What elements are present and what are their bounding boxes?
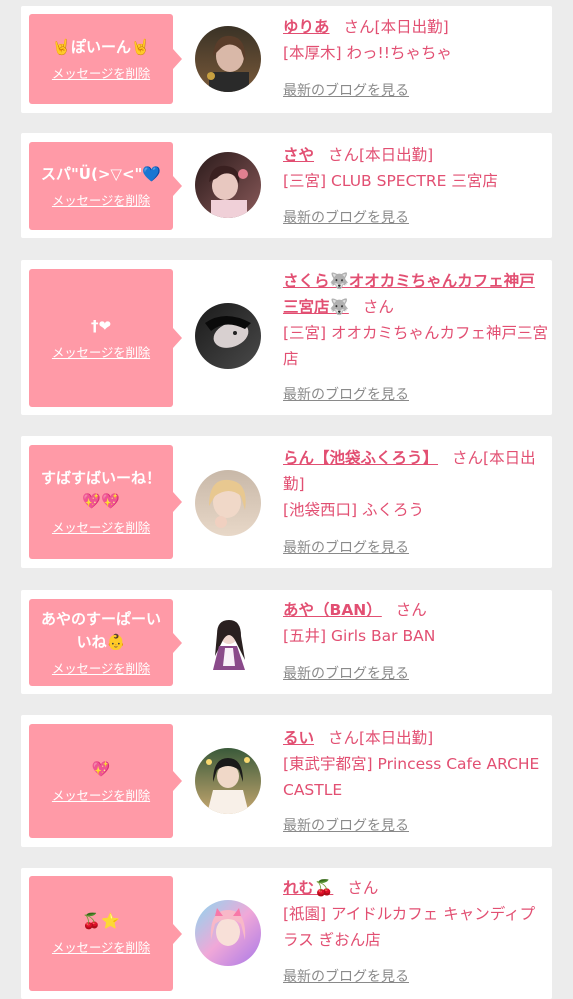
entry-info: あや（BAN） さん [五井] Girls Bar BAN [283,597,549,649]
delete-message-link[interactable]: メッセージを削除 [52,939,150,957]
entry-info: ゆりあ さん[本日出勤] [本厚木] わっ!!ちゃちゃ [283,14,549,66]
shop-info: [三宮] オオカミちゃんカフェ神戸三宮店 [283,324,549,368]
blog-link[interactable]: 最新のブログを見る [283,385,409,405]
honorific: さん [395,601,427,619]
shop-info: [祇園] アイドルカフェ キャンディプラス ぎおん店 [283,905,536,949]
message-text: 🤘ぽいーん🤘 [52,37,150,56]
honorific: さん [328,146,360,164]
honorific: さん [328,729,360,747]
list-item: 💖 メッセージを削除 るい さん[本日出勤] [東武宇都宮] Princess C… [21,715,552,847]
message-bubble: すばすばいーね！💖💖 メッセージを削除 [29,445,182,559]
entry-info: さくら🐺オオカミちゃんカフェ神戸三宮店🐺 さん [三宮] オオカミちゃんカフェ神戸… [283,268,549,372]
avatar[interactable] [195,152,261,218]
message-text: 💖 [91,759,111,778]
attendance-status: [本日出勤] [359,729,434,747]
message-text: †❤ [90,316,112,335]
blog-link[interactable]: 最新のブログを見る [283,538,409,558]
delete-message-link[interactable]: メッセージを削除 [52,660,150,678]
avatar[interactable] [195,610,261,676]
shop-info: [池袋西口] ふくろう [283,501,425,519]
honorific: さん [452,449,484,467]
avatar[interactable] [195,26,261,92]
entry-info: さや さん[本日出勤] [三宮] CLUB SPECTRE 三宮店 [283,142,549,194]
honorific: さん [347,879,379,897]
message-text: 🍒⭐ [82,912,120,930]
message-bubble: 🤘ぽいーん🤘 メッセージを削除 [29,14,182,104]
avatar[interactable] [195,470,261,536]
blog-link[interactable]: 最新のブログを見る [283,664,409,684]
list-item: あやのすーぱーいいね👶 メッセージを削除 あや（BAN） さん [五井] Girl… [21,590,552,694]
blog-link[interactable]: 最新のブログを見る [283,967,409,987]
entry-info: れむ🍒 さん [祇園] アイドルカフェ キャンディプラス ぎおん店 [283,875,549,953]
attendance-status: [本日出勤] [359,146,434,164]
name-link[interactable]: れむ🍒 [283,879,333,897]
message-bubble: †❤ メッセージを削除 [29,269,182,407]
blog-link[interactable]: 最新のブログを見る [283,81,409,101]
message-bubble: あやのすーぱーいいね👶 メッセージを削除 [29,599,182,686]
list-item: 🤘ぽいーん🤘 メッセージを削除 ゆりあ さん[本日出勤] [本厚木] わっ!!ちゃ… [21,6,552,113]
name-link[interactable]: ゆりあ [283,18,330,36]
message-text: あやのすーぱーいいね👶 [40,609,161,651]
attendance-status: [本日出勤] [374,18,449,36]
name-link[interactable]: さくら🐺オオカミちゃんカフェ神戸三宮店🐺 [283,272,535,316]
list-item: 🍒⭐ メッセージを削除 れむ🍒 さん [祇園] アイドルカフェ キャンディプラス … [21,868,552,999]
shop-info: [本厚木] わっ!!ちゃちゃ [283,44,452,62]
name-link[interactable]: さや [283,146,314,164]
entry-info: るい さん[本日出勤] [東武宇都宮] Princess Cafe ARCHE C… [283,725,549,803]
avatar[interactable] [195,900,261,966]
delete-message-link[interactable]: メッセージを削除 [52,519,150,537]
shop-info: [東武宇都宮] Princess Cafe ARCHE CASTLE [283,755,540,799]
name-link[interactable]: らん【池袋ふくろう】 [283,449,438,467]
list-item: スパ"Ü(>▽<"💙 メッセージを削除 さや さん[本日出勤] [三宮] CLUB… [21,133,552,238]
message-bubble: 💖 メッセージを削除 [29,724,182,838]
message-text: スパ"Ü(>▽<"💙 [40,164,161,183]
avatar[interactable] [195,748,261,814]
honorific: さん [362,298,394,316]
blog-link[interactable]: 最新のブログを見る [283,816,409,836]
delete-message-link[interactable]: メッセージを削除 [52,192,150,210]
avatar[interactable] [195,303,261,369]
shop-info: [三宮] CLUB SPECTRE 三宮店 [283,172,498,190]
blog-link[interactable]: 最新のブログを見る [283,208,409,228]
honorific: さん [343,18,375,36]
name-link[interactable]: るい [283,729,314,747]
name-link[interactable]: あや（BAN） [283,601,382,619]
message-list: 🤘ぽいーん🤘 メッセージを削除 ゆりあ さん[本日出勤] [本厚木] わっ!!ちゃ… [0,0,573,999]
list-item: すばすばいーね！💖💖 メッセージを削除 らん【池袋ふくろう】 さん[本日出勤] [… [21,436,552,568]
delete-message-link[interactable]: メッセージを削除 [52,65,150,83]
shop-info: [五井] Girls Bar BAN [283,627,436,645]
delete-message-link[interactable]: メッセージを削除 [52,344,150,362]
delete-message-link[interactable]: メッセージを削除 [52,787,150,805]
message-bubble: スパ"Ü(>▽<"💙 メッセージを削除 [29,142,182,230]
message-text: すばすばいーね！💖💖 [40,469,161,510]
entry-info: らん【池袋ふくろう】 さん[本日出勤] [池袋西口] ふくろう [283,445,549,523]
message-bubble: 🍒⭐ メッセージを削除 [29,876,182,991]
list-item: †❤ メッセージを削除 さくら🐺オオカミちゃんカフェ神戸三宮店🐺 さん [三宮] … [21,260,552,415]
